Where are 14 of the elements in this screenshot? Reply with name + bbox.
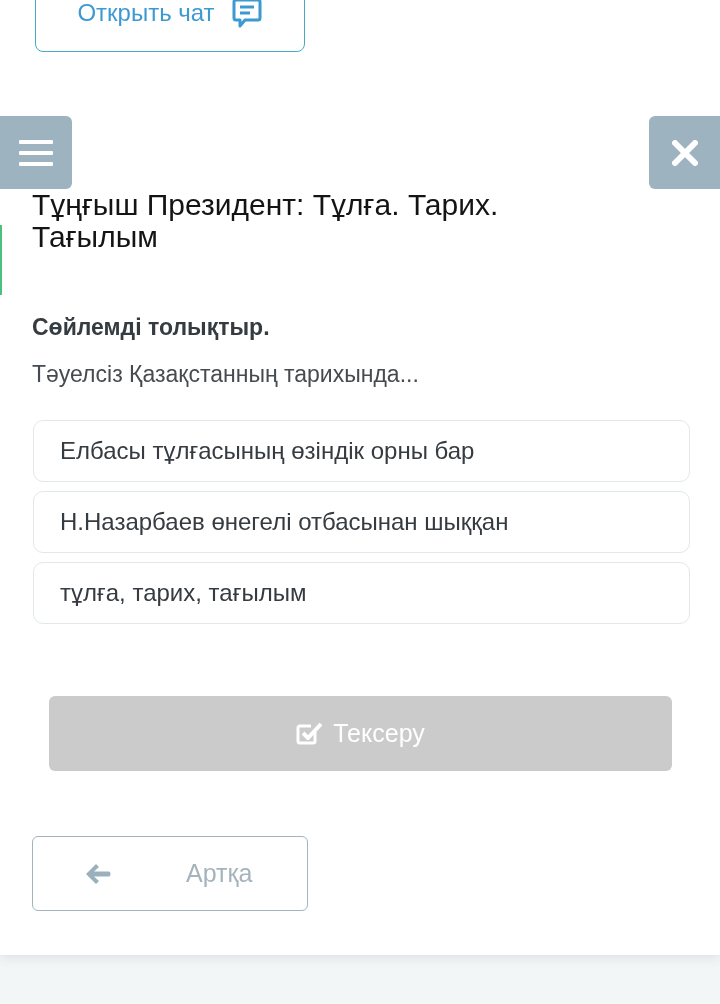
answer-option[interactable]: тұлға, тарих, тағылым: [33, 562, 690, 624]
task-prompt: Тәуелсіз Қазақстанның тарихында...: [32, 360, 420, 389]
answer-option[interactable]: Елбасы тұлғасының өзіндік орны бар: [33, 420, 690, 482]
accent-bar: [0, 225, 2, 295]
task-instruction: Сөйлемді толықтыр.: [32, 313, 271, 342]
answer-option[interactable]: Н.Назарбаев өнегелі отбасынан шыққан: [33, 491, 690, 553]
arrow-left-icon: [85, 862, 111, 885]
checkbox-tick-icon: [296, 721, 324, 746]
lesson-title: Тұңғыш Президент: Тұлға. Тарих. Тағылым: [32, 189, 500, 253]
menu-icon: [19, 139, 53, 166]
close-icon: [671, 139, 698, 166]
close-button[interactable]: [649, 116, 720, 189]
chat-icon: [230, 0, 263, 29]
menu-button[interactable]: [0, 116, 72, 189]
